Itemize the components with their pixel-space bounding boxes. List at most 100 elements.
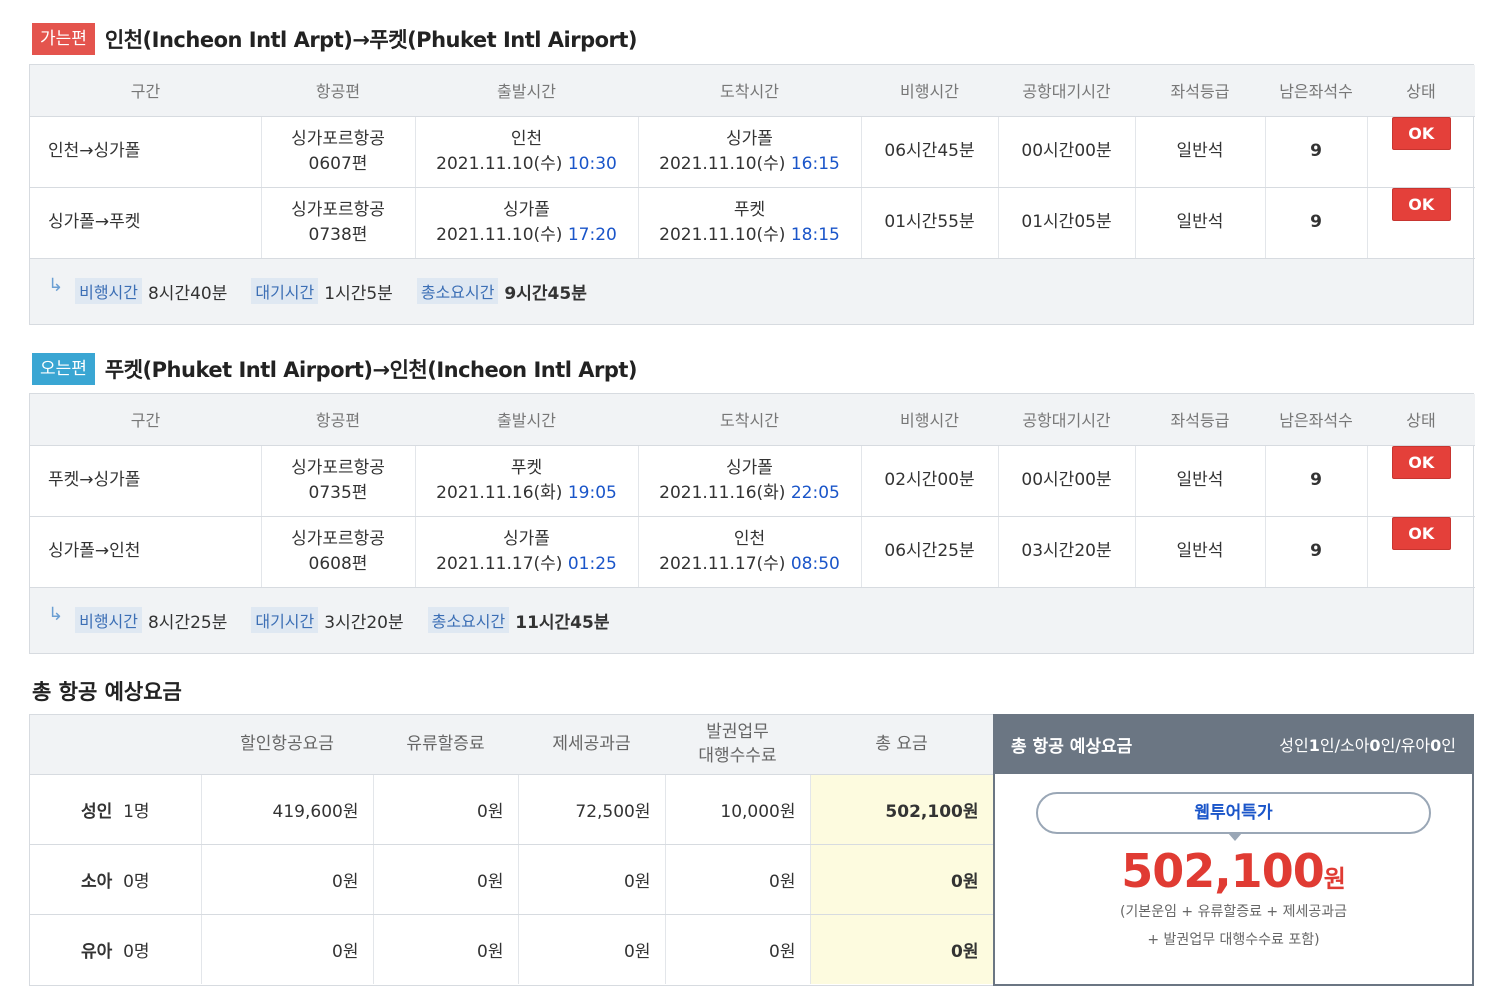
col-arrival: 도착시간 — [638, 65, 861, 117]
arrival-cell: 싱가폴 2021.11.10(수) 16:15 — [638, 116, 862, 188]
status-ok-button[interactable]: OK — [1391, 188, 1451, 221]
airline-name: 싱가포르항공 — [291, 128, 385, 149]
pax-type: 유아 — [80, 941, 113, 962]
col-arrival: 도착시간 — [638, 394, 861, 446]
fare-header-row: 할인항공요금 유류할증료 제세공과금 발권업무대행수수료 총 요금 — [30, 715, 993, 775]
col-status: 상태 — [1367, 65, 1475, 117]
status-ok-button[interactable]: OK — [1391, 446, 1451, 479]
pax-count: 0명 — [123, 871, 150, 892]
departure-time: 19:05 — [567, 482, 617, 503]
flight-time-cell: 06시간25분 — [861, 516, 999, 588]
class-cell: 일반석 — [1135, 516, 1266, 588]
inbound-summary: ↳ 비행시간 8시간25분 대기시간 3시간20분 총소요시간 11시간45분 — [30, 587, 1473, 653]
col-wait-time: 공항대기시간 — [998, 394, 1135, 446]
total-cell: 502,100원 — [810, 774, 994, 845]
departure-date: 2021.11.16(화) — [436, 482, 563, 503]
table-row: 유아 0명 0원 0원 0원 0원 0원 — [30, 914, 994, 984]
discount-fare-cell: 0원 — [201, 844, 374, 915]
total-time-tag: 총소요시간 — [427, 607, 510, 633]
status-ok-button[interactable]: OK — [1391, 517, 1451, 550]
inbound-header-row: 구간 항공편 출발시간 도착시간 비행시간 공항대기시간 좌석등급 남은좌석수 … — [30, 394, 1475, 446]
segment-cell: 인천→싱가폴 — [30, 116, 262, 188]
price-note-line-1: (기본운임 + 유류할증료 + 제세공과금 — [1119, 904, 1348, 920]
child-count: 0 — [1369, 736, 1381, 755]
total-price: 502,100원 — [995, 844, 1472, 898]
total-price-currency: 원 — [1323, 865, 1346, 893]
return-arrow-icon: ↳ — [48, 274, 64, 296]
tax-cell: 72,500원 — [518, 774, 666, 845]
ticketing-fee-label-1: 발권업무 — [706, 722, 769, 743]
price-note: (기본운임 + 유류할증료 + 제세공과금 + 발권업무 대행수수료 포함) — [995, 898, 1472, 954]
price-note-line-2: + 발권업무 대행수수료 포함) — [1147, 932, 1320, 948]
col-discount-fare: 할인항공요금 — [201, 715, 373, 775]
col-ticketing-fee: 발권업무대행수수료 — [665, 715, 810, 775]
seats-cell: 9 — [1265, 116, 1368, 188]
flight-time-value: 8시간25분 — [147, 612, 228, 633]
flight-number: 0607편 — [308, 153, 368, 174]
departure-date: 2021.11.10(수) — [436, 224, 563, 245]
flight-time-tag: 비행시간 — [75, 278, 142, 304]
airline-name: 싱가포르항공 — [291, 528, 385, 549]
departure-city: 싱가폴 — [503, 199, 550, 220]
total-price-value: 502,100 — [1121, 844, 1325, 898]
arrival-cell: 푸켓 2021.11.10(수) 18:15 — [638, 187, 862, 259]
arrival-time: 16:15 — [790, 153, 840, 174]
col-class: 좌석등급 — [1135, 394, 1265, 446]
flight-cell: 싱가포르항공 0738편 — [261, 187, 416, 259]
col-class: 좌석등급 — [1135, 65, 1265, 117]
pax-type: 소아 — [80, 871, 113, 892]
arrival-time: 08:50 — [790, 553, 840, 574]
status-cell: OK — [1367, 445, 1475, 517]
flight-time-cell: 01시간55분 — [861, 187, 999, 259]
flight-number: 0608편 — [308, 553, 368, 574]
table-row: 성인 1명 419,600원 0원 72,500원 10,000원 502,10… — [30, 774, 994, 845]
fee-cell: 0원 — [665, 844, 811, 915]
wait-time-value: 3시간20분 — [324, 612, 404, 633]
discount-fare-cell: 0원 — [201, 914, 374, 984]
departure-time: 01:25 — [567, 553, 617, 574]
arrival-cell: 싱가폴 2021.11.16(화) 22:05 — [638, 445, 862, 517]
departure-date: 2021.11.10(수) — [436, 153, 563, 174]
status-cell: OK — [1367, 116, 1475, 188]
inbound-route: 푸켓(Phuket Intl Airport)→인천(Incheon Intl … — [104, 358, 638, 382]
col-total: 총 요금 — [810, 715, 993, 775]
adult-count: 1 — [1308, 736, 1320, 755]
departure-cell: 푸켓 2021.11.16(화) 19:05 — [415, 445, 639, 517]
departure-time: 17:20 — [567, 224, 617, 245]
departure-city: 인천 — [510, 128, 543, 149]
table-row: 인천→싱가폴 싱가포르항공 0607편 인천 2021.11.10(수) 10:30… — [30, 116, 1475, 188]
col-segment: 구간 — [30, 65, 261, 117]
pax-summary: 성인1인/소아0인/유아0인 — [1279, 732, 1456, 756]
flight-time-value: 8시간40분 — [147, 283, 228, 304]
departure-cell: 인천 2021.11.10(수) 10:30 — [415, 116, 639, 188]
special-price-label: 웹투어특가 — [1036, 792, 1431, 841]
flight-cell: 싱가포르항공 0607편 — [261, 116, 416, 188]
total-fare-panel: 총 항공 예상요금 성인1인/소아0인/유아0인 웹투어특가 502,100원 … — [993, 714, 1474, 986]
total-cell: 0원 — [810, 844, 994, 915]
status-ok-button[interactable]: OK — [1391, 117, 1451, 150]
col-flight-time: 비행시간 — [861, 65, 998, 117]
pax-count: 1명 — [123, 801, 150, 822]
total-fare-header: 총 항공 예상요금 성인1인/소아0인/유아0인 — [995, 714, 1472, 774]
seats-cell: 9 — [1265, 445, 1368, 517]
ticketing-fee-label-2: 대행수수료 — [698, 746, 777, 767]
fuel-cell: 0원 — [373, 844, 519, 915]
outbound-summary: ↳ 비행시간 8시간40분 대기시간 1시간5분 총소요시간 9시간45분 — [30, 258, 1473, 324]
pax-cell: 유아 0명 — [30, 914, 202, 984]
class-cell: 일반석 — [1135, 116, 1266, 188]
flight-number: 0735편 — [308, 482, 368, 503]
arrival-city: 인천 — [733, 528, 766, 549]
col-seats: 남은좌석수 — [1265, 65, 1367, 117]
pax-label: 인/유아 — [1380, 736, 1431, 755]
arrival-date: 2021.11.10(수) — [659, 153, 786, 174]
flight-cell: 싱가포르항공 0735편 — [261, 445, 416, 517]
outbound-table: 구간 항공편 출발시간 도착시간 비행시간 공항대기시간 좌석등급 남은좌석수 … — [29, 64, 1475, 325]
inbound-title: 오는편 푸켓(Phuket Intl Airport)→인천(Incheon I… — [32, 352, 638, 386]
col-fuel-surcharge: 유류할증료 — [373, 715, 518, 775]
pax-label: 성인 — [1279, 736, 1309, 755]
class-cell: 일반석 — [1135, 187, 1266, 259]
col-taxes: 제세공과금 — [518, 715, 665, 775]
infant-count: 0 — [1430, 736, 1442, 755]
wait-time-cell: 01시간05분 — [998, 187, 1136, 259]
total-time-value: 11시간45분 — [515, 612, 610, 633]
